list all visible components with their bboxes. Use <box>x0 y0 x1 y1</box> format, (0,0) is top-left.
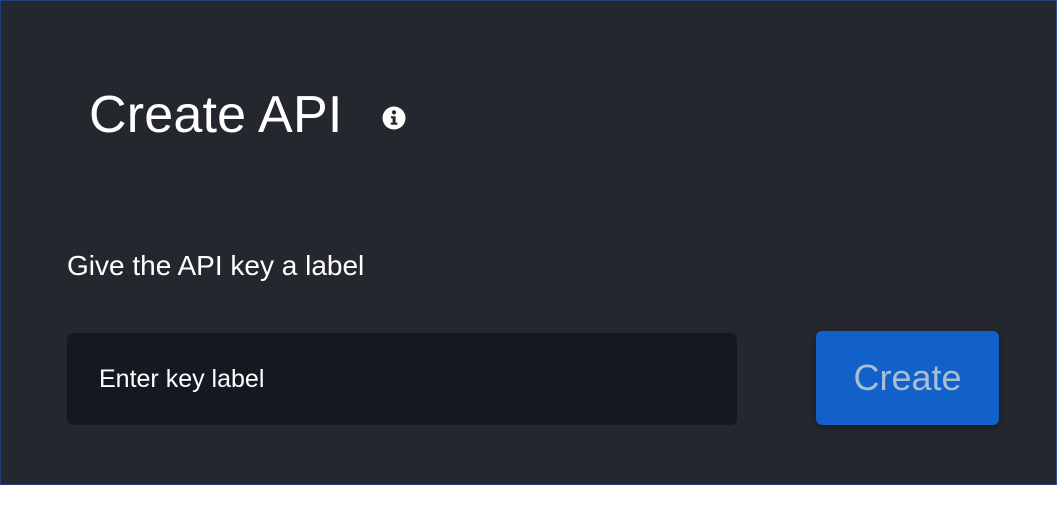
key-label-input[interactable] <box>67 333 737 425</box>
create-button[interactable]: Create <box>816 331 999 425</box>
info-icon[interactable] <box>382 106 406 130</box>
page-title: Create API <box>89 86 343 144</box>
title-row: Create API <box>89 83 406 147</box>
create-api-panel: Create API Give the API key a label Crea… <box>0 0 1057 485</box>
key-label-caption: Give the API key a label <box>67 250 365 281</box>
